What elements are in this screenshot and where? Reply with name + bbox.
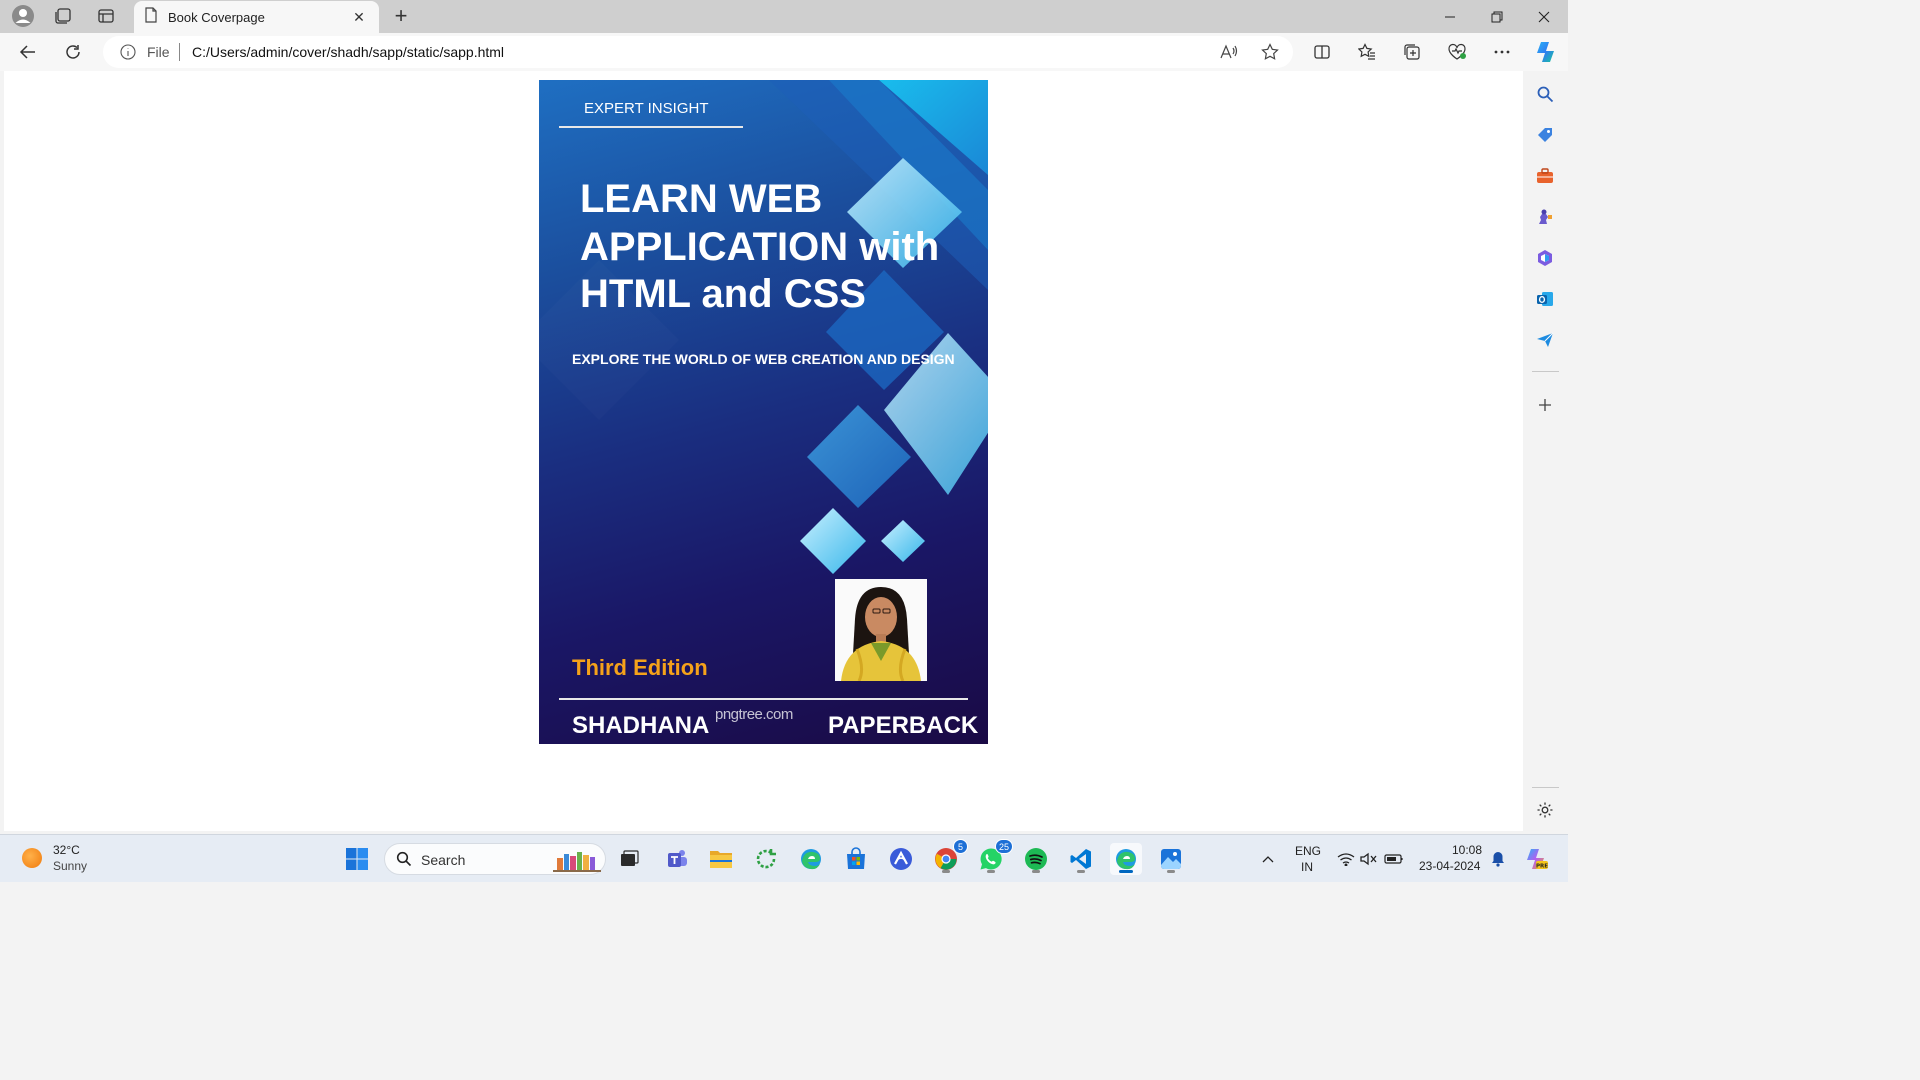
watermark-text: pngtree.com (715, 706, 793, 723)
edge-sidebar (1523, 71, 1568, 831)
edge-icon[interactable] (795, 843, 827, 875)
book-cover: EXPERT INSIGHT LEARN WEB APPLICATION wit… (539, 80, 988, 744)
author-name: SHADHANA (572, 712, 710, 739)
chrome-icon[interactable]: 5 (930, 839, 968, 875)
title-line-1: LEARN WEB (580, 177, 823, 221)
address-bar[interactable]: File C:/Users/admin/cover/shadh/sapp/sta… (103, 36, 1293, 68)
notification-bell-icon[interactable] (1488, 849, 1508, 869)
minimize-button[interactable] (1427, 0, 1473, 33)
start-button[interactable] (341, 843, 373, 875)
author-photo (835, 579, 927, 681)
games-icon[interactable] (1533, 205, 1557, 229)
edition-label: Third Edition (572, 655, 708, 680)
footer-divider (559, 698, 968, 700)
add-sidebar-app-icon[interactable] (1533, 393, 1557, 417)
running-indicator (1167, 870, 1175, 873)
photos-icon[interactable] (1155, 843, 1187, 875)
task-view-icon[interactable] (613, 843, 645, 875)
chrome-notification-badge: 5 (953, 839, 968, 854)
close-window-button[interactable] (1521, 0, 1567, 33)
volume-muted-icon[interactable] (1359, 849, 1379, 869)
teams-icon[interactable] (661, 843, 693, 875)
taskbar: 32°C Sunny Search 5 25 ENG IN 10:08 23-0… (0, 834, 1568, 882)
edge-active-icon[interactable] (1110, 843, 1142, 875)
tab-title: Book Coverpage (168, 9, 265, 25)
title-line-3: HTML and CSS (580, 272, 866, 316)
tab-strip: Book Coverpage ✕ + (0, 0, 1568, 33)
address-url[interactable]: C:/Users/admin/cover/shadh/sapp/static/s… (192, 44, 504, 60)
refresh-app-icon[interactable] (750, 843, 782, 875)
arc-app-icon[interactable] (885, 843, 917, 875)
more-menu-icon[interactable] (1487, 37, 1517, 67)
weather-temperature: 32°C (53, 843, 80, 857)
running-indicator (1077, 870, 1085, 873)
split-screen-icon[interactable] (1307, 37, 1337, 67)
info-icon[interactable] (120, 44, 136, 65)
shopping-tag-icon[interactable] (1533, 123, 1557, 147)
close-tab-icon[interactable]: ✕ (349, 7, 369, 27)
region-indicator: IN (1301, 860, 1313, 874)
cover-badge: EXPERT INSIGHT (584, 100, 709, 117)
sun-icon (22, 848, 42, 868)
tab-book-coverpage[interactable]: Book Coverpage ✕ (134, 1, 379, 33)
show-hidden-icons-chevron[interactable] (1258, 849, 1278, 869)
book-subtitle: EXPLORE THE WORLD OF WEB CREATION AND DE… (572, 351, 955, 367)
format-label: PAPERBACK (828, 712, 979, 739)
battery-icon[interactable] (1384, 849, 1404, 869)
whatsapp-notification-badge: 25 (994, 839, 1013, 854)
sidebar-divider (1532, 371, 1559, 372)
page-icon (144, 6, 158, 28)
read-aloud-icon[interactable] (1217, 41, 1241, 63)
spotify-icon[interactable] (1020, 843, 1052, 875)
vertical-tabs-icon[interactable] (91, 3, 121, 29)
microsoft-365-icon[interactable] (1533, 246, 1557, 270)
favorite-star-icon[interactable] (1258, 41, 1282, 63)
language-indicator[interactable]: ENG (1295, 844, 1321, 858)
outlook-icon[interactable] (1533, 287, 1557, 311)
file-explorer-icon[interactable] (705, 843, 737, 875)
copilot-icon[interactable] (1531, 37, 1561, 67)
search-icon[interactable] (1533, 82, 1557, 106)
address-scheme: File (147, 44, 170, 60)
clock-date[interactable]: 23-04-2024 (1419, 859, 1480, 873)
send-icon[interactable] (1533, 328, 1557, 352)
sidebar-divider-bottom (1532, 787, 1559, 788)
navigation-bar: File C:/Users/admin/cover/shadh/sapp/sta… (0, 33, 1568, 71)
refresh-button[interactable] (58, 37, 88, 67)
book-title: LEARN WEB APPLICATION with HTML and CSS (580, 176, 980, 319)
tools-icon[interactable] (1533, 164, 1557, 188)
back-button[interactable] (13, 37, 43, 67)
svg-text:PRE: PRE (1536, 864, 1548, 870)
profile-icon[interactable] (8, 3, 38, 29)
title-line-2: APPLICATION with (580, 224, 940, 269)
new-tab-button[interactable]: + (388, 3, 414, 29)
sidebar-settings-icon[interactable] (1533, 798, 1557, 822)
running-indicator (987, 870, 995, 873)
microsoft-store-icon[interactable] (840, 843, 872, 875)
wifi-icon[interactable] (1336, 849, 1356, 869)
search-icon (396, 851, 412, 872)
whatsapp-icon[interactable]: 25 (975, 839, 1013, 875)
badge-underline (559, 126, 743, 128)
clock-time[interactable]: 10:08 (1452, 843, 1482, 857)
browser-essentials-icon[interactable] (1442, 37, 1472, 67)
running-indicator (942, 870, 950, 873)
favorites-icon[interactable] (1352, 37, 1382, 67)
running-indicator (1032, 870, 1040, 873)
weather-description: Sunny (53, 859, 88, 873)
books-illustration-icon (553, 848, 603, 877)
address-separator (179, 43, 180, 61)
search-label: Search (421, 852, 466, 868)
workspaces-icon[interactable] (48, 3, 78, 29)
vscode-icon[interactable] (1065, 843, 1097, 875)
collections-icon[interactable] (1397, 37, 1427, 67)
active-indicator (1119, 870, 1133, 873)
copilot-preview-icon[interactable]: PRE (1523, 846, 1549, 872)
restore-button[interactable] (1474, 0, 1520, 33)
taskbar-search-box[interactable]: Search (384, 843, 606, 875)
